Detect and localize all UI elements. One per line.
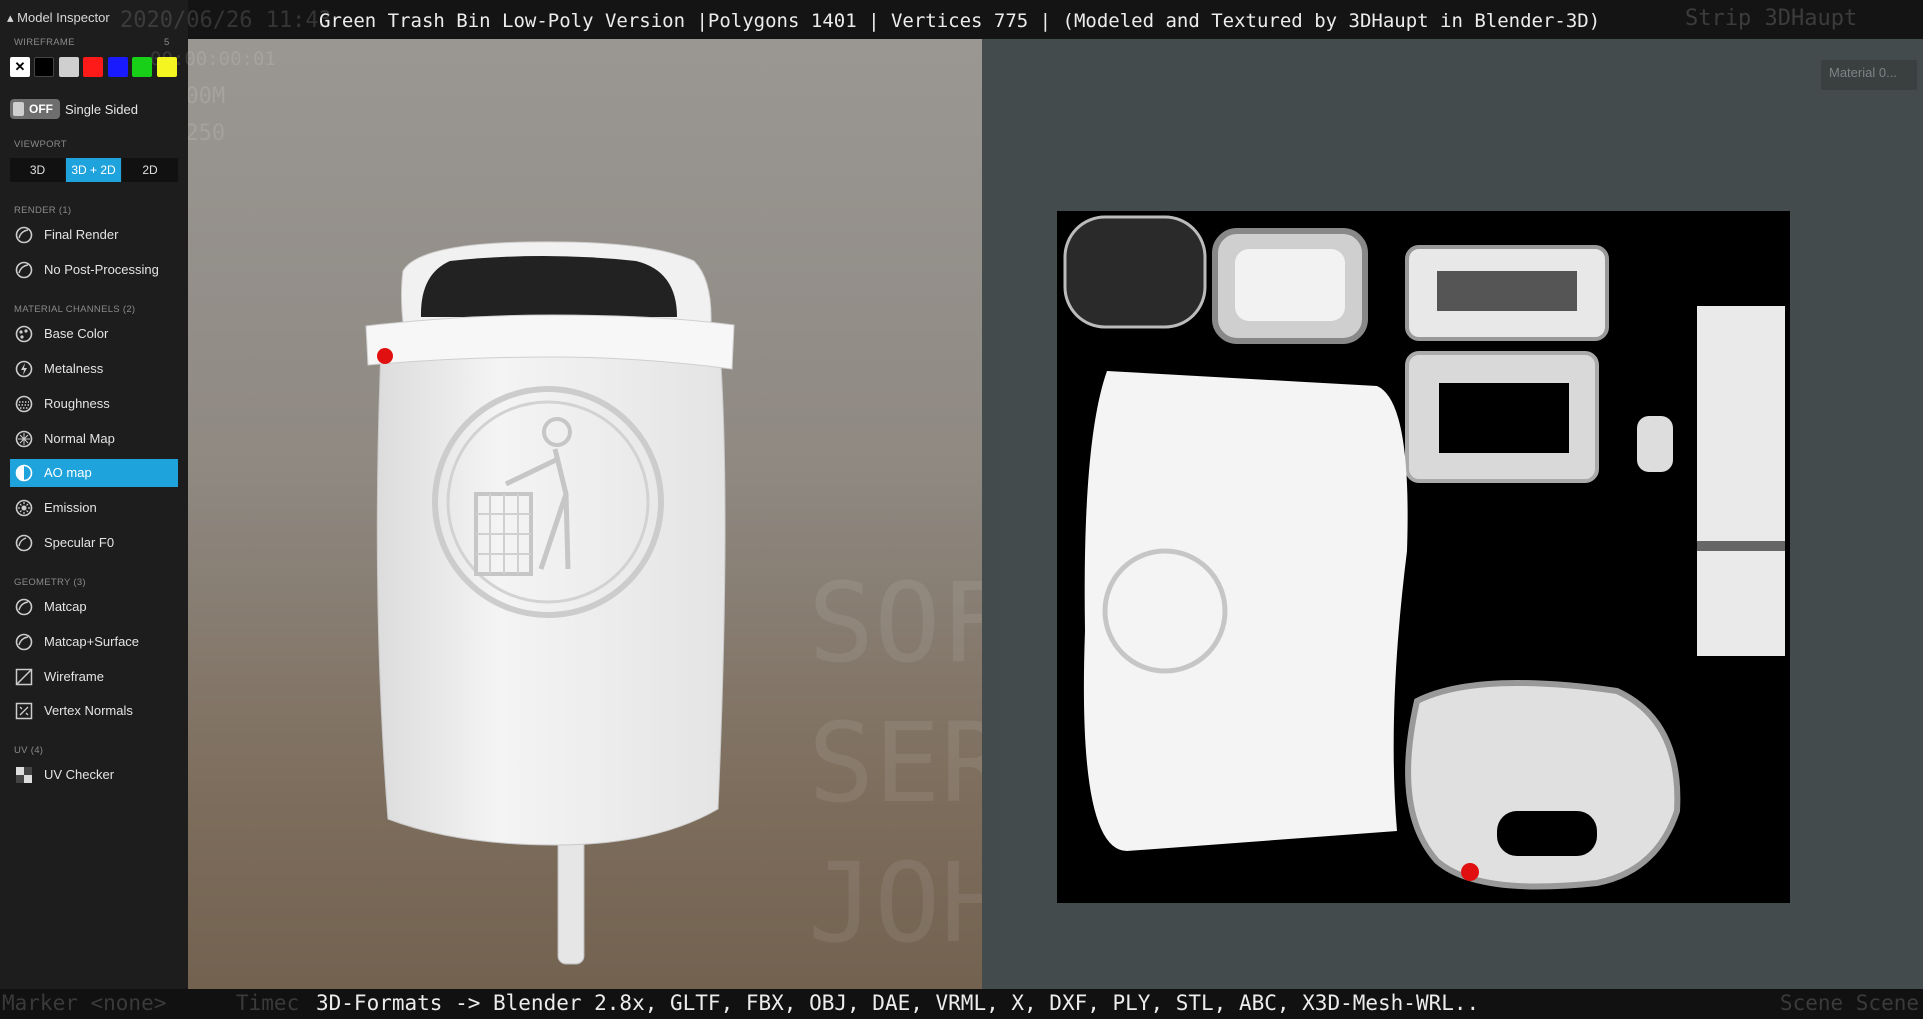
toggle-knob (13, 102, 24, 116)
menu-roughness[interactable]: Roughness (10, 390, 178, 418)
single-sided-toggle[interactable]: OFF (10, 99, 60, 119)
menu-label: Normal Map (44, 431, 115, 446)
menu-label: Roughness (44, 396, 110, 411)
menu-no-post-processing[interactable]: No Post-Processing (10, 256, 178, 284)
menu-label: Base Color (44, 326, 109, 341)
swatch-black[interactable] (34, 57, 54, 77)
swatch-red[interactable] (83, 57, 103, 77)
specular-icon (15, 534, 33, 552)
material-tab-label: Material 0... (1829, 65, 1897, 80)
channel-ghost-text: Strip 3DHaupt (1685, 6, 1858, 31)
watermark-line: JOHN (808, 839, 982, 967)
menu-specular-f0[interactable]: Specular F0 (10, 529, 178, 557)
menu-metalness[interactable]: Metalness (10, 355, 178, 383)
menu-vertex-normals[interactable]: Vertex Normals (10, 697, 178, 725)
swatch-green[interactable] (132, 57, 152, 77)
single-sided-label: Single Sided (65, 102, 138, 117)
material-channels-label: MATERIAL CHANNELS (2) (14, 304, 136, 315)
wireframe-icon (15, 668, 33, 686)
post-processing-icon (15, 261, 33, 279)
menu-emission[interactable]: Emission (10, 494, 178, 522)
base-color-icon (15, 325, 33, 343)
hostname-ghost: Hostname PC-IN250 (188, 121, 226, 146)
uv-checker-icon (16, 767, 32, 783)
menu-matcap[interactable]: Matcap (10, 593, 178, 621)
toggle-state: OFF (29, 102, 53, 116)
uv-viewport[interactable]: Material 0... (982, 39, 1923, 989)
metalness-icon (15, 360, 33, 378)
swatch-white[interactable]: ✕ (10, 57, 30, 77)
menu-label: Final Render (44, 227, 119, 242)
wireframe-value: 5 (164, 37, 170, 48)
ao-map-icon (15, 464, 33, 482)
timestamp-ghost: 2020/06/26 11:43 (120, 8, 332, 33)
menu-label: Wireframe (44, 669, 104, 684)
menu-final-render[interactable]: Final Render (10, 221, 178, 249)
menu-label: AO map (44, 465, 92, 480)
inspector-title: Model Inspector (17, 10, 110, 25)
normal-map-icon (15, 430, 33, 448)
model-inspector-panel: ▴ Model Inspector 2020/06/26 11:43 00:00… (0, 0, 332, 989)
menu-label: Metalness (44, 361, 104, 376)
model-title: Green Trash Bin Low-Poly Version |Polygo… (319, 10, 1601, 32)
ao-texture-map (1057, 211, 1790, 903)
watermark-line: SERVICE (808, 699, 982, 827)
viewport-3d-2d-button[interactable]: 3D + 2D (66, 158, 121, 182)
menu-matcap-surface[interactable]: Matcap+Surface (10, 628, 178, 656)
3d-viewport[interactable]: SOFTWARE SERVICE JOHN Peak Memory 0.00M … (188, 39, 982, 989)
menu-normal-map[interactable]: Normal Map (10, 425, 178, 453)
scene-ghost: Scene Scene (1779, 991, 1919, 1015)
menu-label: Matcap+Surface (44, 634, 140, 649)
watermark-overlay-2: SERVICE (808, 699, 982, 827)
inspector-header[interactable]: ▴ Model Inspector (7, 10, 110, 26)
render-label: RENDER (1) (14, 205, 72, 216)
menu-label: Matcap (44, 599, 87, 614)
viewport-2d-button[interactable]: 2D (122, 158, 178, 182)
menu-uv-checker[interactable]: UV Checker (10, 761, 178, 789)
swatch-grey[interactable] (59, 57, 79, 77)
swatch-yellow[interactable] (157, 57, 177, 77)
emission-icon (15, 499, 33, 517)
memory-ghost: Peak Memory 0.00M (188, 84, 226, 109)
geometry-label: GEOMETRY (3) (14, 577, 86, 588)
viewport-3d-button[interactable]: 3D (10, 158, 65, 182)
vertex-normals-icon (15, 702, 33, 720)
menu-label: UV Checker (44, 767, 115, 782)
uv-label: UV (4) (14, 745, 44, 756)
material-tab[interactable]: Material 0... (1821, 60, 1917, 90)
menu-label: No Post-Processing (44, 262, 159, 277)
watermark-line: SOFTWARE (808, 559, 982, 687)
marker-ghost: Marker <none> (2, 991, 167, 1015)
menu-base-color[interactable]: Base Color (10, 320, 178, 348)
matcap-icon (15, 598, 33, 616)
formats-text: 3D-Formats -> Blender 2.8x, GLTF, FBX, O… (316, 991, 1480, 1015)
roughness-icon (15, 395, 33, 413)
final-render-icon (15, 226, 33, 244)
formats-bar: Marker <none> Timec 3D-Formats -> Blende… (0, 989, 1923, 1019)
wireframe-label: WIREFRAME (14, 37, 75, 48)
viewport-label: VIEWPORT (14, 139, 67, 150)
collapse-arrow-icon[interactable]: ▴ (7, 10, 14, 25)
timecode-ghost: Timec (236, 991, 300, 1015)
menu-wireframe[interactable]: Wireframe (10, 663, 178, 691)
menu-label: Specular F0 (44, 535, 115, 550)
menu-ao-map[interactable]: AO map (10, 459, 178, 487)
matcap-surface-icon (15, 633, 33, 651)
watermark-overlay: SOFTWARE (808, 559, 982, 687)
watermark-overlay-3: JOHN (808, 839, 982, 967)
swatch-blue[interactable] (108, 57, 128, 77)
menu-label: Emission (44, 500, 97, 515)
menu-label: Vertex Normals (44, 703, 133, 718)
